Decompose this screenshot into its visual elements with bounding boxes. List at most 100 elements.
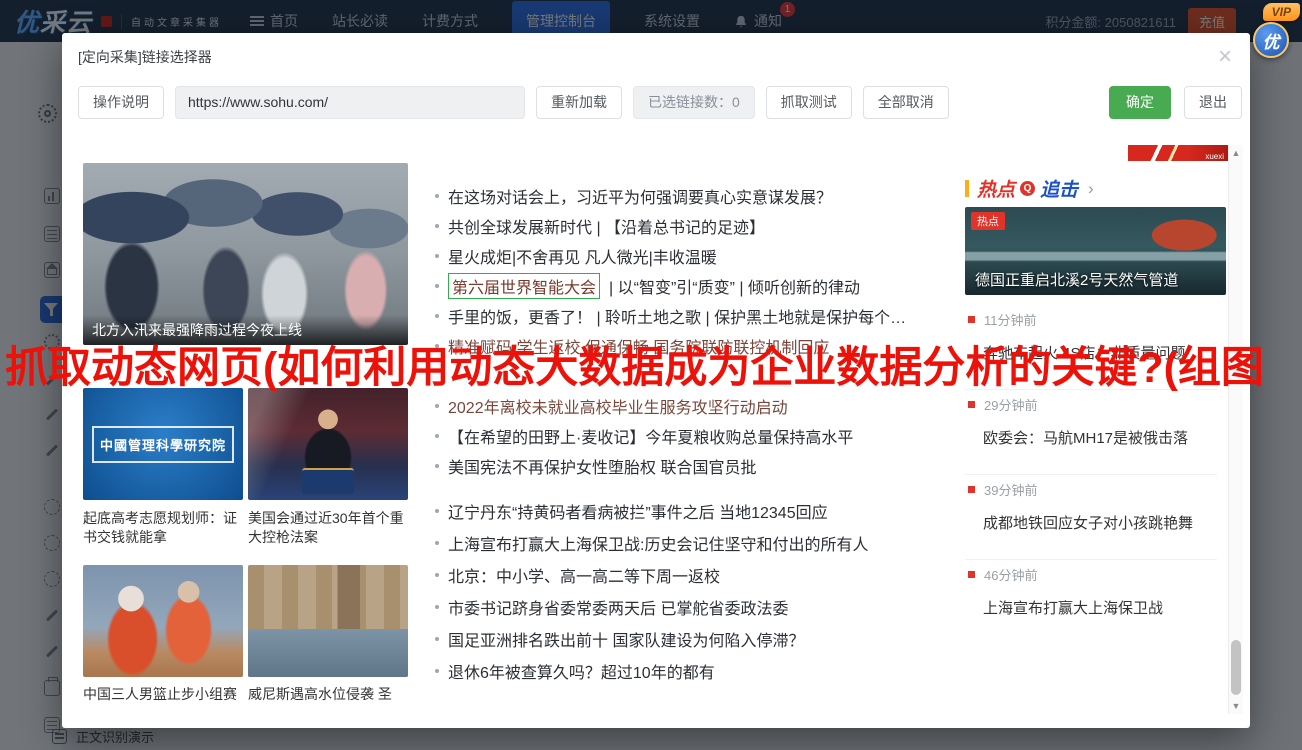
headline-row[interactable]: 手里的饭，更香了！ | 聆听土地之歌 | 保护黑土地就是保护每个… (435, 301, 995, 331)
headline-row[interactable]: 【在希望的田野上·麦收记】今年夏粮收购总量保持高水平 (435, 421, 995, 451)
headline-link[interactable]: 手里的饭，更香了！ | 聆听土地之歌 | 保护黑土地就是保护每个… (448, 304, 906, 328)
bullet-dot (435, 573, 439, 577)
timeline-time: 29分钟前 (984, 395, 1037, 414)
timeline-item[interactable]: 46分钟前 上海宣布打赢大上海保卫战 (965, 565, 1217, 645)
bullet-dot (435, 434, 439, 438)
headline-row[interactable]: 美国宪法不再保护女性堕胎权 联合国官员批 (435, 451, 995, 481)
headline-link[interactable]: 辽宁丹东“持黄码者看病被拦”事件之后 当地12345回应 (448, 499, 828, 523)
headline-row[interactable]: 共创全球发展新时代 | 【沿着总书记的足迹】 (435, 211, 995, 241)
bullet-dot (435, 541, 439, 545)
bullet-dot (435, 464, 439, 468)
timeline-headline[interactable]: 欧委会：马航MH17是被俄击落 (968, 427, 1217, 448)
hot-label: 热点 (977, 175, 1015, 202)
headline-link[interactable]: 在这场对话会上，习近平为何强调要真心实意谋发展？ (448, 184, 832, 208)
bullet-dot (435, 509, 439, 513)
timeline-time-row: 11分钟前 (968, 310, 1217, 329)
academy-image-text: 中國管理科學研究院 (92, 426, 234, 463)
selected-links-count: 已选链接数：0 (633, 86, 755, 119)
vip-badge[interactable]: VIP (1263, 3, 1300, 21)
scrollbar[interactable]: ▲ ▼ (1228, 145, 1243, 714)
headline-row[interactable]: 星火成炬|不舍再见 凡人微光|丰收温暖 (435, 241, 995, 271)
bullet-dot (435, 637, 439, 641)
exit-button[interactable]: 退出 (1184, 86, 1242, 119)
headline-link-selected[interactable]: 第六届世界智能大会 (448, 273, 600, 299)
lead-photo-caption[interactable]: 北方入汛来最强降雨过程今夜上线 (83, 315, 408, 345)
news-photo-academy[interactable]: 中國管理科學研究院 (83, 388, 243, 500)
headline-row[interactable]: 国足亚洲排名跌出前十 国家队建设为何陷入停滞？ (435, 623, 995, 655)
timeline-time-row: 29分钟前 (968, 395, 1217, 414)
red-square-bullet (968, 401, 975, 408)
timeline-time: 46分钟前 (984, 565, 1037, 584)
red-square-bullet (968, 486, 975, 493)
photo-caption[interactable]: 中国三人男篮止步小组赛 (83, 685, 245, 704)
timeline-time: 39分钟前 (984, 480, 1037, 499)
floating-logo[interactable]: 优 (1253, 22, 1289, 58)
headline-link[interactable]: 上海宣布打赢大上海保卫战:历史会记住坚守和付出的所有人 (448, 531, 868, 555)
photo-caption[interactable]: 威尼斯遇高水位侵袭 圣 (248, 685, 410, 704)
url-input[interactable] (175, 86, 525, 119)
hot-feature-image[interactable]: 热点 德国正重启北溪2号天然气管道 (965, 207, 1226, 295)
headline-row[interactable]: 上海宣布打赢大上海保卫战:历史会记住坚守和付出的所有人 (435, 527, 995, 559)
toolbar-right: 确定 退出 (1109, 86, 1242, 119)
news-photo-congress[interactable] (248, 388, 408, 500)
timeline-item[interactable]: 39分钟前 成都地铁回应女子对小孩跳艳舞 (965, 480, 1217, 560)
chevron-right-icon[interactable]: › (1088, 179, 1094, 199)
headline-link[interactable]: 美国宪法不再保护女性堕胎权 联合国官员批 (448, 454, 756, 478)
headline-row[interactable]: 在这场对话会上，习近平为何强调要真心实意谋发展？ (435, 181, 995, 211)
headline-link[interactable]: 【在希望的田野上·麦收记】今年夏粮收购总量保持高水平 (448, 424, 853, 448)
hot-feature-caption[interactable]: 德国正重启北溪2号天然气管道 (975, 269, 1220, 290)
accent-bar (965, 180, 969, 197)
news-photo-basketball[interactable] (83, 565, 243, 677)
bullet-dot (435, 404, 439, 408)
headline-link[interactable]: 2022年离校未就业高校毕业生服务攻坚行动启动 (448, 394, 788, 418)
scroll-down-arrow[interactable]: ▼ (1229, 699, 1243, 713)
headline-row[interactable]: 第六届世界智能大会 | 以“智变”引“质变” | 倾听创新的律动 (435, 271, 995, 301)
red-square-bullet (968, 571, 975, 578)
bullet-dot (435, 605, 439, 609)
magnifier-icon: Q (1020, 181, 1035, 196)
headline-row[interactable]: 退休6年被查算久吗？超过10年的都有 (435, 655, 995, 687)
reload-button[interactable]: 重新加载 (536, 86, 622, 119)
modal-header: [定向采集]链接选择器 × (62, 33, 1250, 81)
grab-test-button[interactable]: 抓取测试 (766, 86, 852, 119)
photo-caption[interactable]: 起底高考志愿规划师：证书交钱就能拿 (83, 509, 245, 547)
timeline-time: 11分钟前 (984, 310, 1037, 329)
headline-link[interactable]: 共创全球发展新时代 | 【沿着总书记的足迹】 (448, 214, 765, 238)
bullet-dot (435, 284, 439, 288)
section-gap (435, 481, 995, 495)
confirm-button[interactable]: 确定 (1109, 86, 1171, 119)
bullet-dot (435, 669, 439, 673)
headline-row[interactable]: 北京：中小学、高一高二等下周一返校 (435, 559, 995, 591)
cancel-all-button[interactable]: 全部取消 (863, 86, 949, 119)
red-square-bullet (968, 316, 975, 323)
headline-row[interactable]: 市委书记跻身省委常委两天后 已掌舵省委政法委 (435, 591, 995, 623)
bullet-dot (435, 194, 439, 198)
headline-link[interactable]: 退休6年被查算久吗？超过10年的都有 (448, 659, 715, 683)
timeline-item[interactable]: 29分钟前 欧委会：马航MH17是被俄击落 (965, 395, 1217, 475)
scroll-up-arrow[interactable]: ▲ (1229, 146, 1243, 160)
close-icon[interactable]: × (1216, 45, 1234, 69)
timeline-time-row: 39分钟前 (968, 480, 1217, 499)
ad-banner-partial[interactable]: xuexi (1128, 145, 1228, 161)
news-photo-venice[interactable] (248, 565, 408, 677)
hot-tag: 热点 (971, 212, 1005, 230)
modal-toolbar: 操作说明 重新加载 已选链接数：0 抓取测试 全部取消 确定 退出 (62, 81, 1250, 121)
modal-title: [定向采集]链接选择器 (78, 47, 212, 67)
timeline-headline[interactable]: 成都地铁回应女子对小孩跳艳舞 (968, 512, 1217, 533)
headline-link[interactable]: 北京：中小学、高一高二等下周一返校 (448, 563, 720, 587)
lead-photo-rain[interactable]: 北方入汛来最强降雨过程今夜上线 (83, 163, 408, 345)
photo-caption[interactable]: 美国会通过近30年首个重大控枪法案 (248, 509, 410, 547)
scrollbar-thumb[interactable] (1231, 640, 1241, 695)
screen: 优采云 自动文章采集器 首页 站长必读 计费方式 管理控制台 系统设置 通知 1… (0, 0, 1302, 750)
timeline-headline[interactable]: 上海宣布打赢大上海保卫战 (968, 597, 1217, 618)
chase-label: 追击 (1040, 175, 1078, 202)
bullet-dot (435, 254, 439, 258)
hot-pursuit-header[interactable]: 热点 Q 追击 › (965, 175, 1094, 202)
headline-link[interactable]: 国足亚洲排名跌出前十 国家队建设为何陷入停滞？ (448, 627, 804, 651)
headline-row[interactable]: 辽宁丹东“持黄码者看病被拦”事件之后 当地12345回应 (435, 495, 995, 527)
headline-link[interactable]: 市委书记跻身省委常委两天后 已掌舵省委政法委 (448, 595, 788, 619)
headline-link[interactable]: | 以“智变”引“质变” | 倾听创新的律动 (609, 274, 860, 298)
help-button[interactable]: 操作说明 (78, 86, 164, 119)
bullet-dot (435, 224, 439, 228)
headline-link[interactable]: 星火成炬|不舍再见 凡人微光|丰收温暖 (448, 244, 717, 268)
